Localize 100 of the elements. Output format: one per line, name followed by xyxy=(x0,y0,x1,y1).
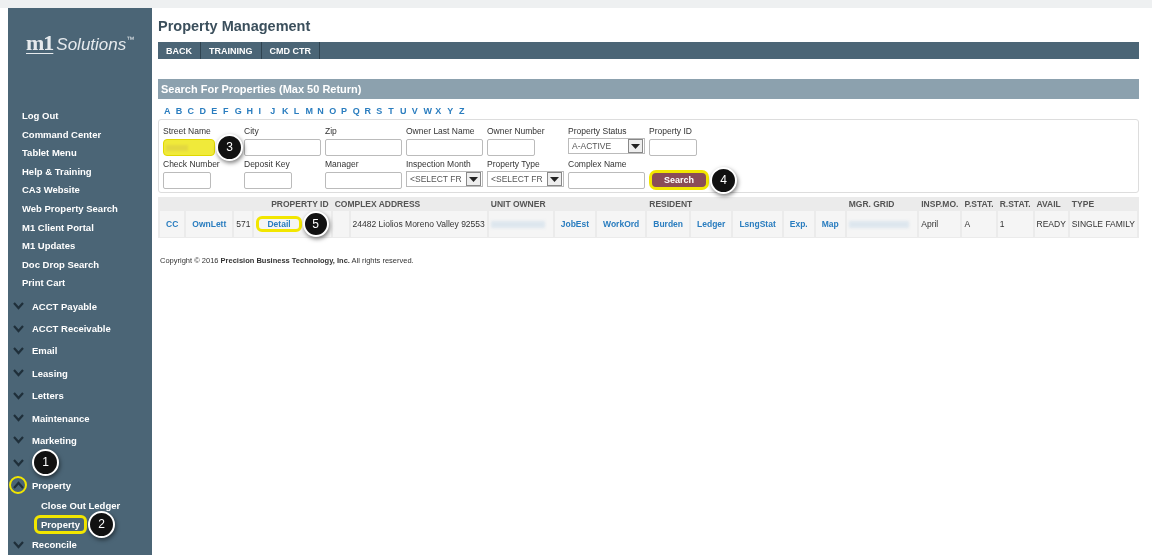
sidebar-menu-item[interactable]: Leasing xyxy=(32,367,68,379)
sidebar-menu-item[interactable]: Property xyxy=(32,479,72,491)
sidebar-menu-item[interactable]: Email xyxy=(32,345,58,357)
sidebar-link[interactable]: Doc Drop Search xyxy=(8,255,152,275)
sidebar-menu-item[interactable]: Maintenance xyxy=(32,412,90,424)
letter-link[interactable]: P xyxy=(340,106,353,116)
sidebar-link[interactable]: Help & Training xyxy=(8,162,152,182)
letter-link[interactable]: H xyxy=(246,106,259,116)
dropdown[interactable]: A-ACTIVE xyxy=(568,138,645,154)
letter-link[interactable]: N xyxy=(317,106,330,116)
table-cell: 1 xyxy=(999,219,1005,229)
column-header: UNIT OWNER xyxy=(490,199,546,209)
input-field[interactable] xyxy=(244,138,321,156)
table-cell: 571 xyxy=(236,219,251,229)
letter-link[interactable]: L xyxy=(293,106,306,116)
table-cell: SINGLE FAMILY xyxy=(1071,219,1135,229)
logo: m1 Solutions™ xyxy=(26,30,136,56)
field-label: Manager xyxy=(325,159,360,169)
step-number-badge: 4 xyxy=(710,166,738,194)
column-header: AVAIL xyxy=(1036,199,1061,209)
sidebar-menu-item[interactable]: Marketing xyxy=(32,434,77,446)
letter-link[interactable]: J xyxy=(270,106,282,116)
step-number-badge: 1 xyxy=(32,448,59,476)
column-header: RESIDENT xyxy=(649,199,693,209)
field-label: Complex Name xyxy=(568,159,628,169)
letter-link[interactable]: M xyxy=(305,106,318,116)
letter-link[interactable]: O xyxy=(329,106,341,116)
sidebar-menu-item[interactable]: ACCT Receivable xyxy=(32,323,111,334)
field-label: Owner Last Name xyxy=(406,126,476,136)
field-label: Zip xyxy=(325,126,338,136)
column-header: INSP.MO. xyxy=(921,199,959,209)
sidebar-menu-item[interactable]: Reconcile xyxy=(32,539,77,551)
field-label: Inspection Month xyxy=(406,159,472,169)
column-header: PROPERTY ID xyxy=(271,199,329,209)
letter-link[interactable]: E xyxy=(211,106,223,116)
field-label: Property ID xyxy=(649,126,693,136)
letter-link[interactable]: D xyxy=(199,106,212,116)
field-label: City xyxy=(244,126,260,136)
letter-link[interactable]: C xyxy=(187,106,200,116)
sidebar-submenu-item[interactable]: Property xyxy=(34,514,88,534)
panel-header: Search For Properties (Max 50 Return) xyxy=(158,79,1139,99)
page-title: Property Management xyxy=(158,18,312,34)
letter-link[interactable]: I xyxy=(258,106,271,116)
letter-link[interactable]: A xyxy=(164,106,176,116)
column-header: R.STAT. xyxy=(999,199,1031,209)
sidebar-link[interactable]: CA3 Website xyxy=(8,181,152,200)
letter-link[interactable]: F xyxy=(223,106,235,116)
input-field[interactable] xyxy=(406,138,483,156)
letter-link[interactable]: R xyxy=(364,106,377,116)
sidebar-link[interactable]: Print Cart xyxy=(8,274,152,293)
letter-link[interactable]: U xyxy=(399,106,412,116)
sidebar-menu-item[interactable]: ACCT Payable xyxy=(32,300,97,312)
field-label: Street Name xyxy=(163,126,212,136)
input-field[interactable] xyxy=(568,171,645,189)
letter-link[interactable]: W xyxy=(423,106,436,116)
dropdown[interactable]: <SELECT FR xyxy=(487,171,564,187)
letter-link[interactable]: V xyxy=(411,106,424,116)
field-label: Check Number xyxy=(163,159,221,169)
dropdown[interactable]: <SELECT FR xyxy=(406,171,483,187)
letter-link[interactable]: Q xyxy=(352,106,365,116)
letter-link[interactable]: T xyxy=(388,106,400,116)
blurred-text xyxy=(848,220,909,228)
step-number-badge: 3 xyxy=(216,133,243,161)
input-field[interactable] xyxy=(649,138,697,156)
sidebar-link[interactable]: Tablet Menu xyxy=(8,144,152,163)
input-field[interactable] xyxy=(163,138,215,156)
highlighted-chevron-icon[interactable] xyxy=(9,476,27,495)
input-field[interactable] xyxy=(325,138,402,156)
table-cell: April xyxy=(921,219,939,229)
input-field[interactable] xyxy=(244,171,292,189)
letter-link[interactable]: G xyxy=(234,106,247,116)
sidebar-link[interactable]: Command Center xyxy=(8,125,152,145)
sidebar-link[interactable]: Log Out xyxy=(8,107,152,126)
nav-button[interactable]: TRAINING xyxy=(201,42,262,59)
table-cell: A xyxy=(964,219,971,229)
table-link[interactable]: Detail xyxy=(256,216,302,232)
sidebar-menu-item[interactable]: Letters xyxy=(32,390,64,402)
input-field[interactable] xyxy=(163,171,211,189)
letter-link[interactable]: B xyxy=(175,106,188,116)
letter-link[interactable]: Y xyxy=(447,106,459,116)
letter-link[interactable]: X xyxy=(435,106,448,116)
column-header: MGR. GRID xyxy=(848,199,895,209)
nav-button[interactable]: CMD CTR xyxy=(261,42,320,59)
input-field[interactable] xyxy=(325,171,402,189)
field-label: Deposit Key xyxy=(244,159,291,169)
search-button[interactable]: Search xyxy=(649,170,710,190)
letter-link[interactable]: Z xyxy=(458,106,471,116)
sidebar-link[interactable]: Web Property Search xyxy=(8,199,152,219)
field-label: Property Type xyxy=(487,159,541,169)
step-number-badge: 5 xyxy=(302,211,329,237)
column-header: TYPE xyxy=(1071,199,1095,209)
nav-button[interactable]: BACK xyxy=(158,42,201,59)
sidebar-link[interactable]: M1 Updates xyxy=(8,237,152,256)
blurred-text xyxy=(490,220,545,228)
step-number-badge: 2 xyxy=(88,510,116,538)
input-field[interactable] xyxy=(487,138,535,156)
letter-link[interactable]: S xyxy=(376,106,389,116)
letter-link[interactable]: K xyxy=(281,106,294,116)
sidebar-link[interactable]: M1 Client Portal xyxy=(8,218,152,238)
column-header: COMPLEX ADDRESS xyxy=(334,199,421,209)
